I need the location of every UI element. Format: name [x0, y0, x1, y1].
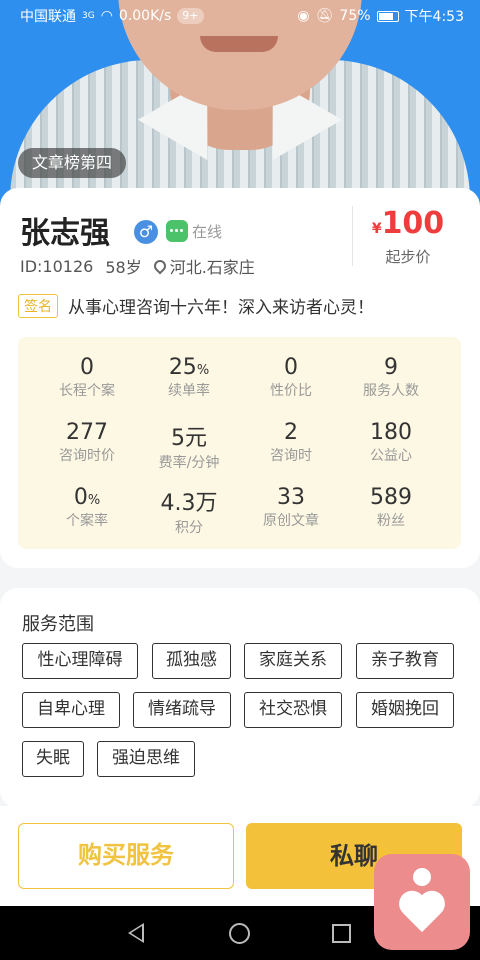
buy-service-button[interactable]: 购买服务 [18, 823, 234, 889]
floating-heart-app-icon[interactable] [374, 854, 470, 950]
user-id: ID:10126 [20, 256, 94, 276]
price-currency: ¥ [371, 221, 382, 237]
stat-item: 0% 个案率 [32, 485, 142, 530]
stat-label: 粉丝 [377, 513, 405, 529]
wifi-icon: ◠ [100, 8, 113, 24]
user-age: 58岁 [105, 258, 142, 277]
clock: 下午4:53 [404, 9, 464, 25]
stat-item: 589 粉丝 [336, 485, 446, 530]
stats-panel: 0 长程个案 25% 续单率 0 性价比 9 服务人数 277 咨询时价 5元 … [18, 337, 461, 549]
signature-tag: 签名 [18, 293, 58, 318]
price-divider [352, 206, 353, 266]
net-speed: 0.00K/s [118, 8, 172, 24]
online-chat-icon [166, 220, 188, 242]
stat-value: 0 [284, 355, 298, 380]
stat-label: 咨询时 [270, 448, 312, 464]
stat-value: 33 [277, 485, 305, 510]
service-tag[interactable]: 亲子教育 [356, 643, 454, 679]
stat-item: 9 服务人数 [336, 355, 446, 400]
service-tag[interactable]: 情绪疏导 [133, 692, 231, 728]
stat-item: 25% 续单率 [134, 355, 244, 400]
counselor-name: 张志强 [20, 216, 110, 251]
service-tag[interactable]: 性心理障碍 [22, 643, 138, 679]
price-label: 起步价 [385, 248, 431, 266]
service-tag[interactable]: 家庭关系 [244, 643, 342, 679]
stat-item: 0 性价比 [236, 355, 346, 400]
stat-item: 5元 费率/分钟 [134, 420, 244, 472]
signature-row: 签名 从事心理咨询十六年！深入来访者心灵！ [18, 293, 374, 318]
mute-icon: 🔕︎ [315, 8, 334, 24]
battery-percent: 75% [339, 8, 371, 24]
service-scope-title: 服务范围 [22, 614, 94, 635]
stat-label: 个案率 [66, 513, 108, 529]
recent-apps-icon[interactable] [332, 924, 351, 943]
service-tag[interactable]: 自卑心理 [22, 692, 120, 728]
stat-unit: % [196, 363, 210, 378]
male-gender-icon: ♂ [134, 220, 158, 244]
stat-value: 25 [168, 355, 197, 380]
service-scope-card: 服务范围 性心理障碍 孤独感 家庭关系 亲子教育 自卑心理 情绪疏导 社交恐惧 … [0, 588, 480, 808]
stat-value: 0 [73, 485, 88, 510]
battery-icon [376, 10, 399, 22]
stat-item: 2 咨询时 [236, 420, 346, 465]
stat-item: 4.3万 积分 [134, 485, 244, 537]
stat-value: 5元 [171, 426, 207, 451]
location-pin-icon [151, 257, 169, 275]
back-icon[interactable] [128, 923, 144, 943]
stat-item: 180 公益心 [336, 420, 446, 465]
stat-unit: % [87, 493, 101, 508]
service-tag[interactable]: 孤独感 [152, 643, 231, 679]
location: 河北.石家庄 [151, 254, 255, 278]
rank-badge: 文章榜第四 [18, 148, 127, 178]
heart-person-head-icon [413, 868, 431, 886]
location-text: 河北.石家庄 [169, 258, 255, 277]
stat-item: 277 咨询时价 [32, 420, 142, 465]
status-bar: 中国联通 3G ◠ 0.00K/s 9+ ◉ 🔕︎ 75% 下午4:53 [0, 0, 480, 32]
stat-label: 性价比 [270, 383, 312, 399]
service-tag[interactable]: 强迫思维 [97, 741, 195, 777]
stat-label: 费率/分钟 [158, 455, 220, 471]
stat-label: 公益心 [370, 448, 412, 464]
eye-icon: ◉ [297, 8, 310, 24]
network-type: 3G [82, 11, 95, 21]
starting-price: ¥100 [370, 206, 446, 241]
stat-label: 咨询时价 [59, 448, 115, 464]
service-tag[interactable]: 失眠 [22, 741, 84, 777]
stat-label: 续单率 [168, 383, 210, 399]
stat-value: 0 [80, 355, 94, 380]
online-status: 在线 [192, 223, 223, 241]
heart-icon [398, 892, 446, 936]
stat-value: 9 [384, 355, 398, 380]
home-icon[interactable] [229, 923, 250, 944]
stat-item: 0 长程个案 [32, 355, 142, 400]
stat-label: 原创文章 [263, 513, 319, 529]
service-tag[interactable]: 婚姻挽回 [356, 692, 454, 728]
stat-value: 180 [370, 420, 412, 445]
stat-value: 277 [66, 420, 108, 445]
profile-meta: ID:10126 58岁 河北.石家庄 [20, 254, 255, 278]
notification-badge: 9+ [177, 8, 204, 24]
stat-label: 长程个案 [59, 383, 115, 399]
profile-card: 张志强 ♂ 在线 ID:10126 58岁 河北.石家庄 ¥100 起步价 签名… [0, 188, 480, 568]
stat-label: 积分 [175, 520, 203, 536]
stat-item: 33 原创文章 [236, 485, 346, 530]
carrier-label: 中国联通 [20, 9, 76, 25]
price-value: 100 [381, 206, 445, 241]
stat-value: 2 [284, 420, 298, 445]
photo-mouth [200, 36, 278, 52]
stat-value: 589 [370, 485, 412, 510]
service-tag[interactable]: 社交恐惧 [244, 692, 342, 728]
stat-value: 4.3万 [160, 491, 218, 516]
signature-text: 从事心理咨询十六年！深入来访者心灵！ [68, 298, 374, 318]
stat-label: 服务人数 [363, 383, 419, 399]
